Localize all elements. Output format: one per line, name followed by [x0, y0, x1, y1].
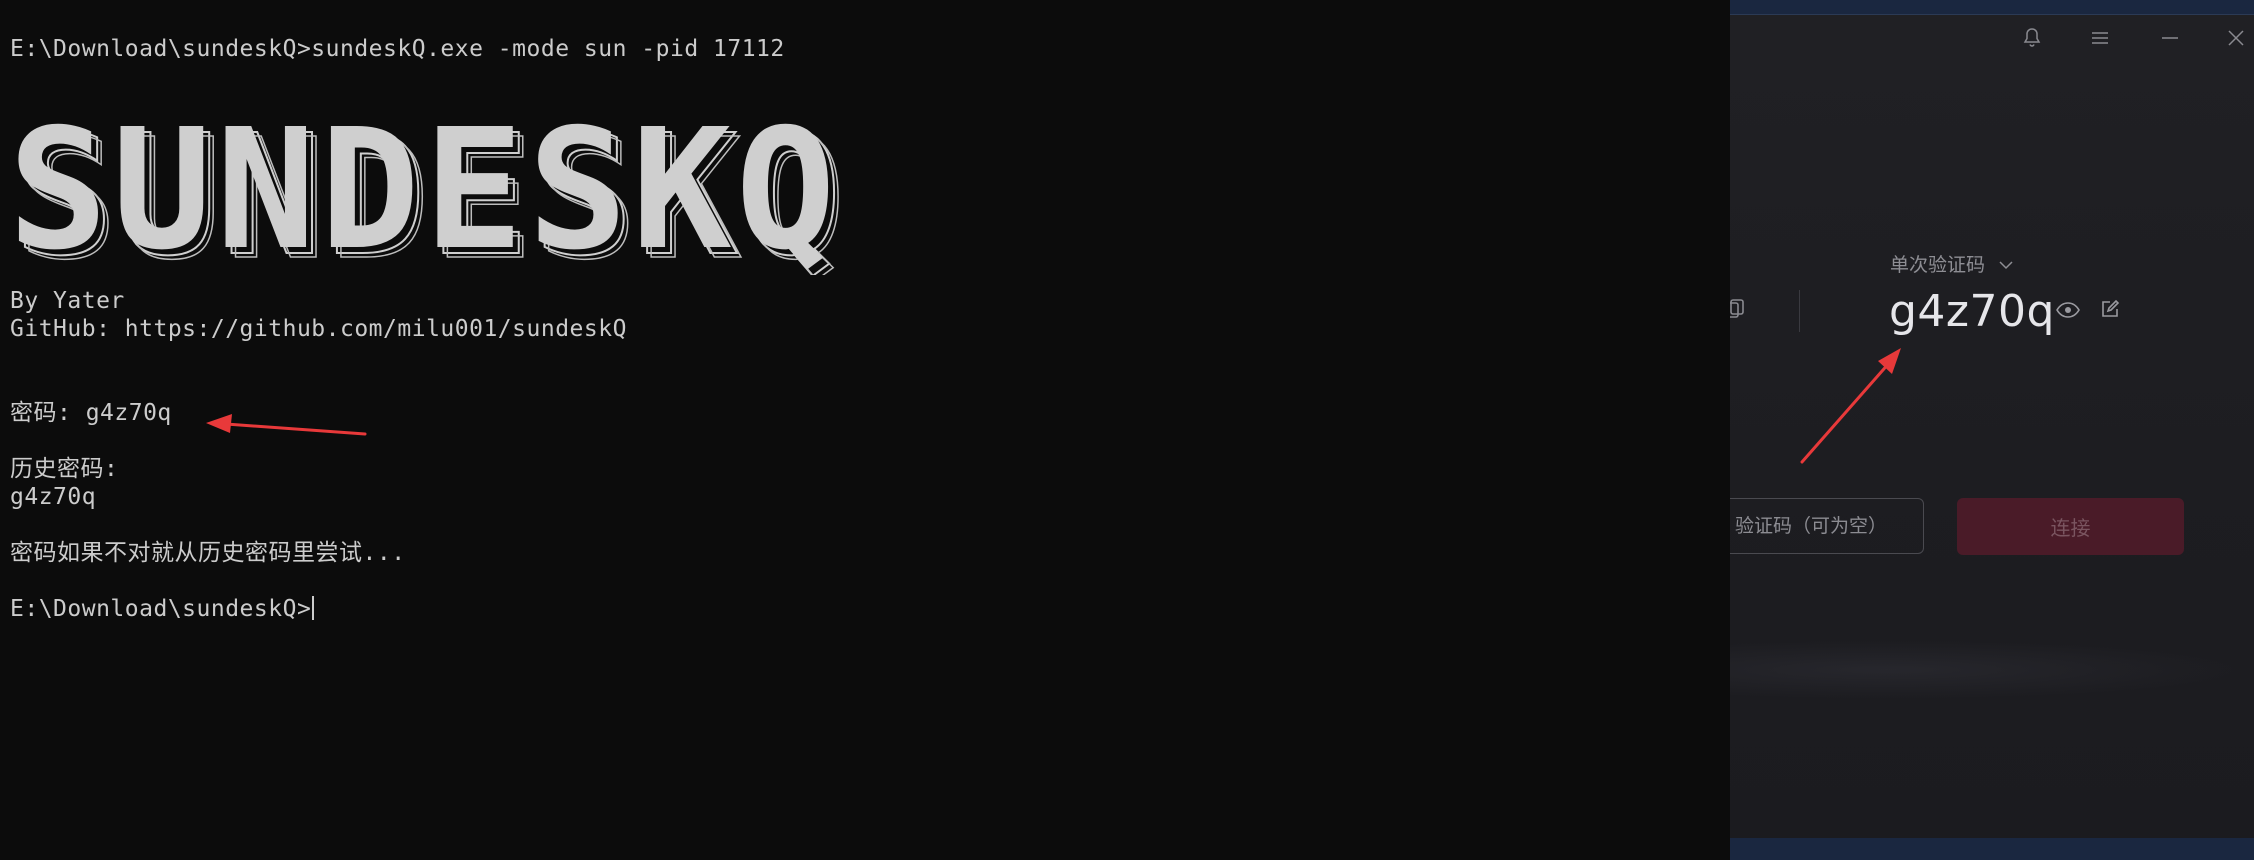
github-line: GitHub: https://github.com/milu001/sunde…	[10, 316, 627, 342]
hint-line: 密码如果不对就从历史密码里尝试...	[10, 540, 406, 566]
close-icon[interactable]	[2224, 26, 2248, 50]
password-line: 密码: g4z70q	[10, 400, 172, 426]
code-type-label: 单次验证码	[1890, 254, 1986, 276]
prompt-line[interactable]: E:\Download\sundeskQ>	[10, 595, 315, 623]
author-line: By Yater	[10, 288, 125, 314]
banner-text: SUNDESKQ	[8, 115, 840, 275]
app-body	[1730, 15, 2254, 838]
command-line: E:\Download\sundeskQ>sundeskQ.exe -mode …	[10, 36, 785, 62]
remote-desktop-app: 单次验证码 g4z70q 连接	[1730, 0, 2254, 860]
prompt-text: E:\Download\sundeskQ>	[10, 596, 312, 622]
connect-button[interactable]: 连接	[1957, 498, 2184, 555]
bell-icon[interactable]	[2020, 26, 2044, 50]
terminal-window[interactable]: E:\Download\sundeskQ>sundeskQ.exe -mode …	[0, 0, 1730, 860]
copy-icon[interactable]	[1730, 298, 1746, 320]
history-value: g4z70q	[10, 484, 97, 510]
verification-code-value: g4z70q	[1889, 286, 2055, 337]
app-bottom-strip	[1730, 838, 2254, 860]
divider	[1799, 290, 1800, 332]
eye-icon[interactable]	[2056, 300, 2080, 320]
menu-icon[interactable]	[2088, 26, 2112, 50]
app-top-strip	[1730, 0, 2254, 15]
text-cursor	[312, 596, 315, 620]
code-type-selector[interactable]: 单次验证码	[1890, 250, 2013, 277]
history-title: 历史密码:	[10, 456, 119, 482]
blurred-region	[1730, 640, 2254, 700]
chevron-down-icon	[1999, 261, 2013, 270]
minimize-icon[interactable]	[2158, 26, 2182, 50]
sundeskq-banner: SUNDESKQ SUNDESKQ SUNDESKQ	[8, 115, 846, 275]
edit-icon[interactable]	[2100, 299, 2120, 319]
verification-code-input[interactable]	[1730, 498, 1924, 554]
